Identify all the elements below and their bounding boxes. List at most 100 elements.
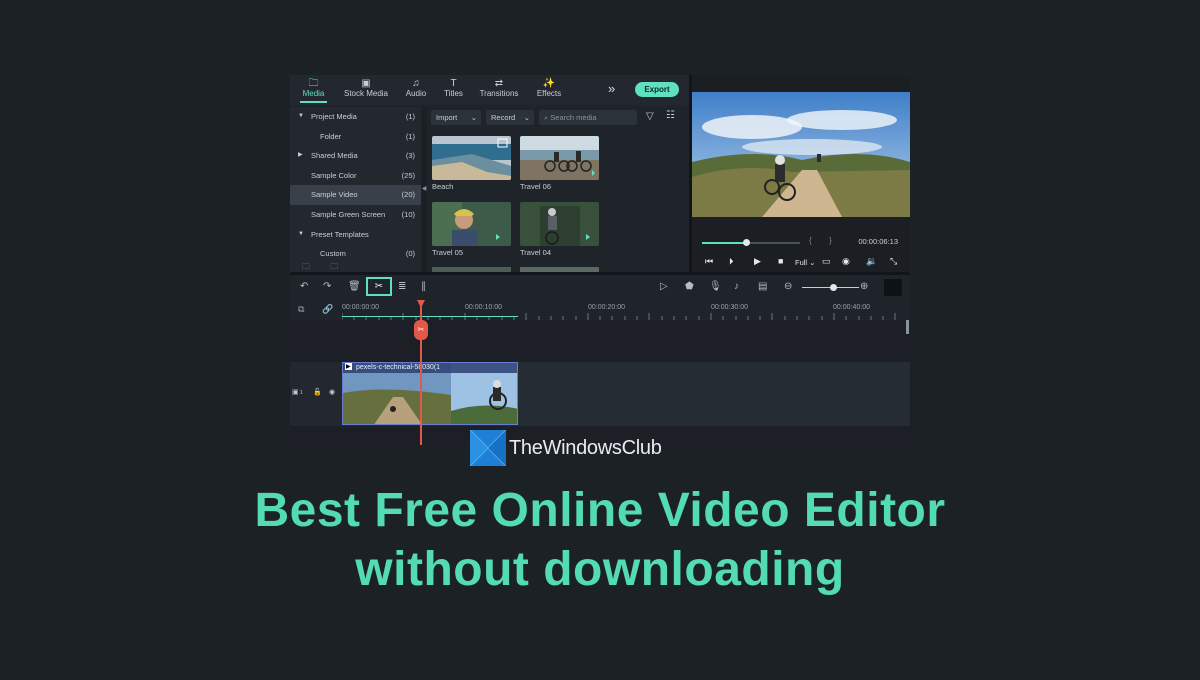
import-dropdown[interactable]: Import ⌄ [431, 110, 481, 125]
play-icon[interactable]: ▶ [754, 256, 761, 267]
sidebar-item-project-media[interactable]: ▼ Project Media (1) [290, 107, 421, 127]
layout-toggle[interactable] [884, 279, 902, 296]
record-dropdown[interactable]: Record ⌄ [486, 110, 534, 125]
add-folder-icon[interactable]: 🗀 [330, 262, 338, 271]
clip-name: pexels-c-technical-58030(1 [356, 364, 441, 371]
empty-track[interactable] [290, 320, 910, 362]
previous-frame-icon[interactable]: ⏮ [705, 256, 713, 267]
microphone-icon[interactable]: 🎙 [709, 281, 722, 292]
ruler-label: 00:00:20:00 [588, 304, 625, 311]
sidebar-item-preset-templates[interactable]: ▼ Preset Templates [290, 225, 421, 245]
audio-waveform-icon[interactable]: ∥ [421, 281, 426, 292]
ruler-label: 00:00:30:00 [711, 304, 748, 311]
transitions-icon: ⇄ [494, 78, 504, 89]
fullscreen-icon[interactable]: ⤡ [890, 256, 897, 267]
collapse-arrow-icon[interactable]: ▼ [298, 107, 304, 127]
quality-dropdown[interactable]: Full ⌄ [795, 258, 815, 267]
timeline-ruler[interactable]: ⧉ 🔗 00:00:00:00 00:00:10:00 00:00:20:00 … [290, 300, 910, 320]
tab-titles[interactable]: T Titles [437, 75, 470, 105]
sidebar-item-shared-media[interactable]: ▶ Shared Media (3) [290, 146, 421, 166]
adjust-icon[interactable]: ≣ [398, 281, 406, 292]
thumbnail-label: Travel 04 [520, 248, 551, 257]
collapse-arrow-icon[interactable]: ▼ [298, 225, 304, 245]
expand-arrow-icon[interactable]: ▶ [298, 146, 303, 166]
tab-transitions[interactable]: ⇄ Transitions [470, 75, 528, 105]
effects-icon: ✨ [542, 78, 556, 89]
more-tabs-chevron-icon[interactable]: » [608, 81, 615, 96]
lock-icon[interactable]: 🔓 [313, 388, 322, 396]
snapshot-icon[interactable]: ◉ [842, 256, 850, 267]
search-input[interactable]: ⌕ Search media [539, 110, 637, 125]
preview-scrubber[interactable] [702, 239, 800, 246]
monitor-icon[interactable]: ▭ [822, 256, 831, 267]
sidebar-item-sample-color[interactable]: Sample Color (25) [290, 166, 421, 186]
scrubber-handle[interactable] [743, 239, 751, 246]
new-folder-icon[interactable]: 🗀 [302, 262, 310, 271]
media-thumbnail-travel-06[interactable] [520, 136, 599, 180]
mark-out-icon[interactable]: } [829, 236, 832, 245]
text-icon: T [450, 78, 457, 89]
timeline-toolbar: ↶ ↷ 🗑 ✂ ≣ ∥ ▷ ⬟ 🎙 ♪ ▤ ⊖ ⊕ [290, 275, 910, 300]
subtitle-icon[interactable]: ▤ [758, 281, 767, 292]
video-track-header: ▣ 1 🔓 ◉ [290, 362, 342, 426]
sidebar-item-sample-video[interactable]: Sample Video (20) [290, 185, 421, 205]
export-button[interactable]: Export [635, 82, 679, 97]
split-scissors-icon[interactable]: ✂ [366, 277, 392, 296]
play-clip-icon: ▶ [345, 363, 352, 370]
add-track-icon[interactable]: ⧉ [298, 304, 304, 315]
travel-06-thumbnail-image [520, 136, 599, 180]
music-note-icon: ♫ [412, 78, 420, 89]
ruler-label: 00:00:40:00 [833, 304, 870, 311]
stock-media-icon: ▣ [361, 78, 371, 89]
chevron-down-icon: ⌄ [523, 113, 530, 122]
preview-video-frame [692, 92, 910, 217]
audio-mixer-icon[interactable]: ♪ [734, 281, 739, 292]
search-icon: ⌕ [544, 113, 549, 122]
preview-timecode: 00:00:06:13 [858, 237, 898, 246]
playhead-split-icon[interactable]: ✂ [414, 320, 428, 340]
link-icon[interactable]: 🔗 [322, 304, 333, 315]
eye-icon[interactable]: ◉ [329, 388, 335, 396]
zoom-in-icon[interactable]: ⊕ [860, 281, 868, 292]
delete-icon[interactable]: 🗑 [348, 281, 361, 292]
undo-icon[interactable]: ↶ [300, 281, 308, 292]
redo-icon[interactable]: ↷ [323, 281, 331, 292]
ruler-label: 00:00:00:00 [342, 304, 379, 311]
playhead-handle[interactable] [417, 300, 425, 308]
render-icon[interactable]: ▷ [660, 281, 668, 292]
tab-effects[interactable]: ✨ Effects [528, 75, 570, 105]
render-range-bar [342, 316, 518, 317]
media-thumbnail-travel-04[interactable] [520, 202, 599, 246]
thumbnail-label: Travel 05 [432, 248, 463, 257]
tab-audio[interactable]: ♫ Audio [395, 75, 437, 105]
filter-icon[interactable]: ▽ [646, 111, 654, 122]
brand-name: TheWindowsClub [509, 437, 662, 459]
play-reverse-icon[interactable]: ⏵ [729, 256, 734, 267]
marker-icon[interactable]: ⬟ [685, 281, 694, 292]
sidebar-item-sample-green-screen[interactable]: Sample Green Screen (10) [290, 205, 421, 225]
clip-filmstrip [343, 363, 517, 424]
mark-in-icon[interactable]: { [809, 236, 812, 245]
stop-icon[interactable]: ■ [778, 256, 783, 266]
media-sidebar: ▼ Project Media (1) Folder (1) ▶ Shared … [290, 107, 421, 272]
volume-icon[interactable]: 🔉 [866, 256, 877, 267]
headline-line-1: Best Free Online Video Editor [254, 484, 946, 537]
media-thumbnail-beach[interactable] [432, 136, 511, 180]
tab-stock-media[interactable]: ▣ Stock Media [337, 75, 395, 105]
tab-media[interactable]: 🗀 Media [290, 75, 337, 105]
thumbnail-label: Beach [432, 182, 454, 191]
zoom-out-icon[interactable]: ⊖ [784, 281, 792, 292]
preview-panel: { } 00:00:06:13 ⏮ ⏵ ▶ ■ Full ⌄ ▭ ◉ 🔉 ⤡ [692, 75, 910, 275]
sidebar-item-folder[interactable]: Folder (1) [290, 127, 421, 147]
timeline-scrollbar[interactable] [906, 320, 909, 334]
media-browser: Import ⌄ Record ⌄ ⌕ Search media ▽ ☷ Bea… [427, 107, 690, 272]
scrubber-progress [702, 242, 747, 244]
track-number: 1 [300, 390, 303, 396]
video-clip[interactable]: ▶ pexels-c-technical-58030(1 [342, 362, 518, 425]
chevron-down-icon: ⌄ [470, 113, 477, 122]
grid-view-icon[interactable]: ☷ [666, 110, 675, 121]
zoom-slider-handle[interactable] [830, 284, 837, 291]
media-thumbnail-travel-05[interactable] [432, 202, 511, 246]
headline-line-2: without downloading [355, 543, 845, 596]
thumbnail-label: Travel 06 [520, 182, 551, 191]
